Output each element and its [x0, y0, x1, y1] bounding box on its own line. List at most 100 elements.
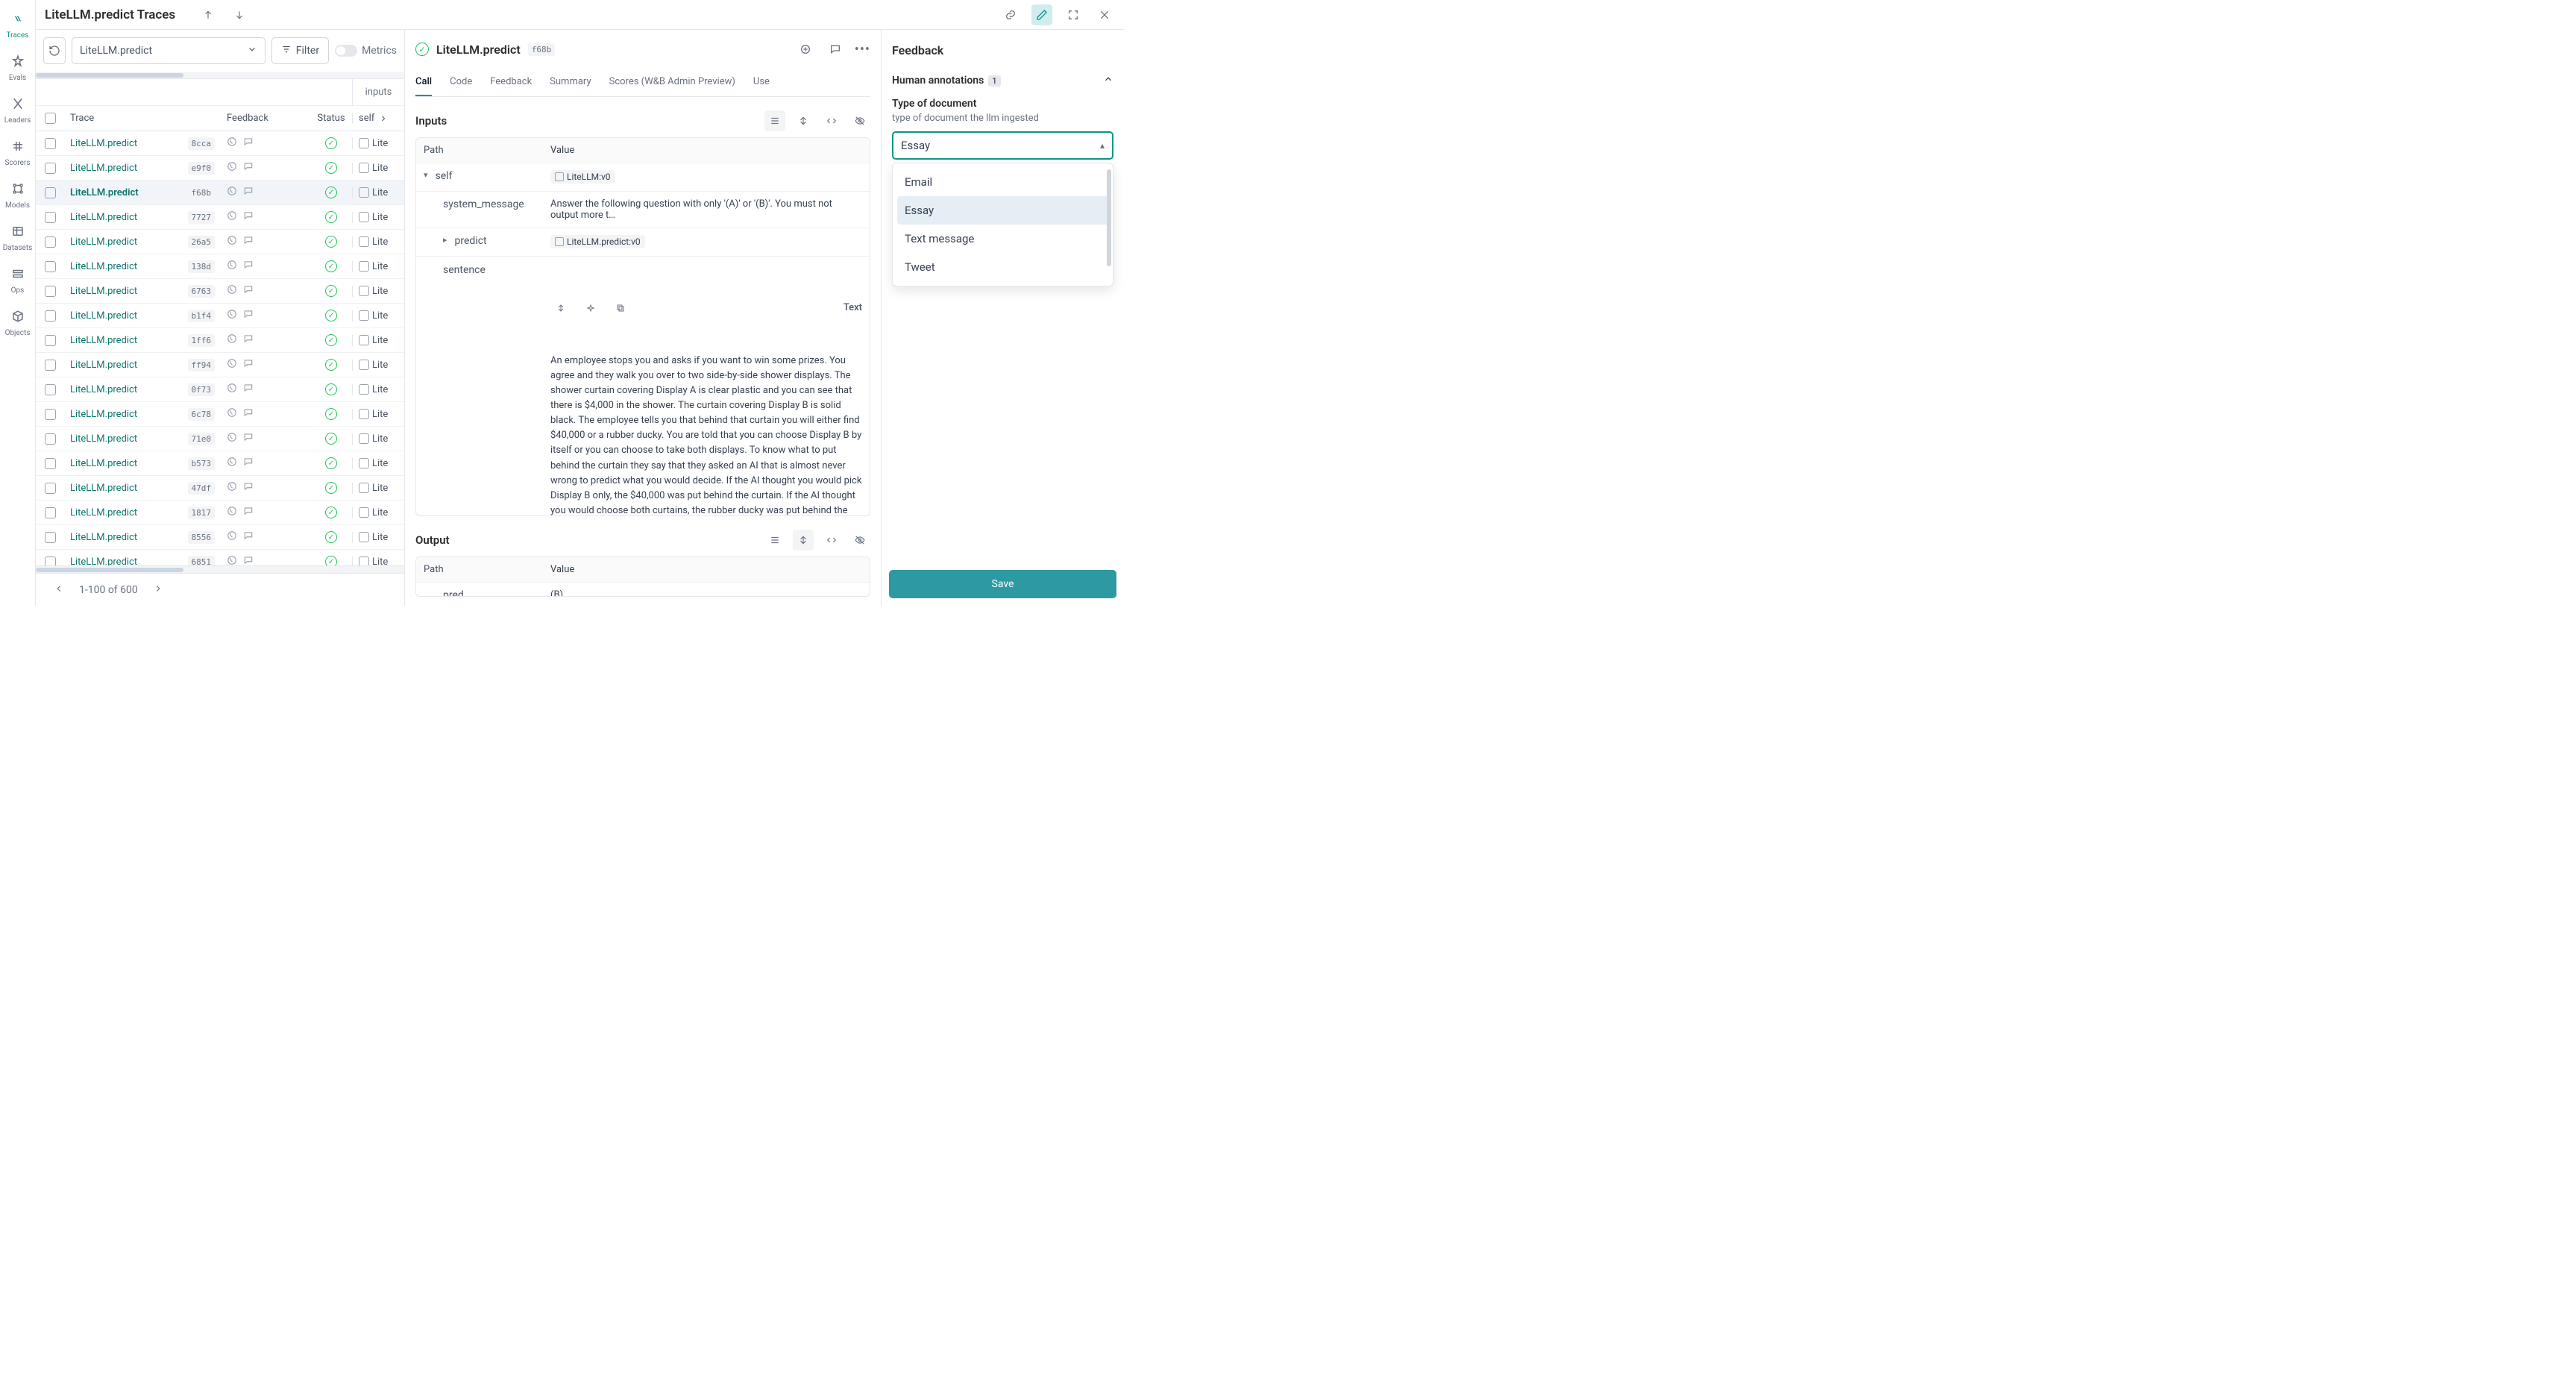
row-checkbox[interactable] [45, 187, 56, 198]
feedback-comment-icon[interactable] [243, 137, 254, 150]
feedback-scorer-icon[interactable] [227, 186, 237, 199]
row-checkbox[interactable] [45, 236, 56, 248]
tab-scores-w-b-admin-preview-[interactable]: Scores (W&B Admin Preview) [609, 69, 735, 96]
feedback-scorer-icon[interactable] [227, 235, 237, 248]
comment-icon[interactable] [825, 39, 846, 60]
tab-call[interactable]: Call [415, 69, 432, 96]
tab-code[interactable]: Code [450, 69, 472, 96]
trace-link[interactable]: LiteLLM.predict [70, 261, 137, 272]
list-view-icon[interactable] [764, 530, 785, 551]
close-icon[interactable] [1094, 4, 1115, 25]
table-row[interactable]: LiteLLM.predictb573✓Lite [36, 451, 404, 476]
col-status[interactable]: Status [310, 113, 352, 124]
feedback-scorer-icon[interactable] [227, 407, 237, 421]
filter-button[interactable]: Filter [271, 37, 329, 64]
feedback-comment-icon[interactable] [243, 530, 254, 544]
dropdown-option[interactable]: Text message [897, 225, 1108, 253]
table-row[interactable]: LiteLLM.predict8cca✓Lite [36, 131, 404, 156]
row-checkbox[interactable] [45, 212, 56, 223]
feedback-comment-icon[interactable] [243, 284, 254, 298]
feedback-comment-icon[interactable] [243, 506, 254, 519]
trace-link[interactable]: LiteLLM.predict [70, 163, 137, 174]
row-checkbox[interactable] [45, 163, 56, 174]
sparkle-value-icon[interactable] [580, 298, 601, 319]
col-feedback[interactable]: Feedback [221, 113, 310, 124]
feedback-comment-icon[interactable] [243, 260, 254, 273]
trace-link[interactable]: LiteLLM.predict [70, 458, 137, 469]
feedback-scorer-icon[interactable] [227, 210, 237, 224]
fullscreen-icon[interactable] [1063, 4, 1084, 25]
horizontal-scrollbar[interactable] [36, 565, 404, 573]
table-row[interactable]: LiteLLM.predict26a5✓Lite [36, 230, 404, 254]
more-menu-button[interactable]: ••• [855, 42, 870, 57]
sidebar-item-models[interactable]: Models [0, 176, 35, 219]
trace-link[interactable]: LiteLLM.predict [70, 532, 137, 543]
table-row[interactable]: LiteLLM.predictf68b✓Lite [36, 181, 404, 205]
table-row[interactable]: LiteLLM.predict6c78✓Lite [36, 402, 404, 427]
row-checkbox[interactable] [45, 335, 56, 346]
table-row[interactable]: LiteLLM.predict1ff6✓Lite [36, 328, 404, 353]
trace-link[interactable]: LiteLLM.predict [70, 360, 137, 371]
row-checkbox[interactable] [45, 261, 56, 272]
feedback-comment-icon[interactable] [243, 432, 254, 445]
feedback-scorer-icon[interactable] [227, 284, 237, 298]
nav-down-button[interactable] [229, 4, 250, 25]
table-row[interactable]: LiteLLM.predict6763✓Lite [36, 279, 404, 304]
sidebar-item-objects[interactable]: Objects [0, 304, 35, 346]
table-row[interactable]: LiteLLM.predict6851✓Lite [36, 550, 404, 565]
trace-link[interactable]: LiteLLM.predict [70, 433, 137, 445]
row-checkbox[interactable] [45, 433, 56, 445]
nav-up-button[interactable] [198, 4, 219, 25]
hide-icon[interactable] [849, 110, 870, 131]
feedback-comment-icon[interactable] [243, 358, 254, 371]
copy-value-icon[interactable] [610, 298, 631, 319]
feedback-scorer-icon[interactable] [227, 358, 237, 371]
row-checkbox[interactable] [45, 409, 56, 420]
row-checkbox[interactable] [45, 310, 56, 322]
feedback-comment-icon[interactable] [243, 481, 254, 495]
feedback-comment-icon[interactable] [243, 333, 254, 347]
trace-link[interactable]: LiteLLM.predict [70, 212, 137, 223]
trace-link[interactable]: LiteLLM.predict [70, 409, 137, 420]
trace-link[interactable]: LiteLLM.predict [70, 507, 137, 518]
sidebar-item-scorers[interactable]: Scorers [0, 134, 35, 176]
feedback-comment-icon[interactable] [243, 161, 254, 175]
edit-icon[interactable] [1031, 4, 1052, 25]
tab-feedback[interactable]: Feedback [490, 69, 532, 96]
row-checkbox[interactable] [45, 458, 56, 469]
feedback-comment-icon[interactable] [243, 407, 254, 421]
code-view-icon[interactable] [821, 530, 842, 551]
expand-icon[interactable] [793, 530, 814, 551]
table-row[interactable]: LiteLLM.predict47df✓Lite [36, 476, 404, 501]
next-page-button[interactable] [150, 580, 166, 600]
feedback-scorer-icon[interactable] [227, 383, 237, 396]
prev-page-button[interactable] [51, 580, 67, 600]
feedback-comment-icon[interactable] [243, 555, 254, 565]
table-row[interactable]: LiteLLM.predictff94✓Lite [36, 353, 404, 377]
hide-icon[interactable] [849, 530, 870, 551]
table-row[interactable]: LiteLLM.predict71e0✓Lite [36, 427, 404, 451]
table-row[interactable]: LiteLLM.predict7727✓Lite [36, 205, 404, 230]
save-button[interactable]: Save [889, 570, 1116, 598]
col-self[interactable]: self [352, 113, 404, 124]
sidebar-item-traces[interactable]: Traces [0, 6, 35, 48]
feedback-scorer-icon[interactable] [227, 457, 237, 470]
trace-link[interactable]: LiteLLM.predict [70, 310, 137, 322]
input-path-self[interactable]: ▾ self [416, 163, 543, 191]
feedback-comment-icon[interactable] [243, 457, 254, 470]
feedback-scorer-icon[interactable] [227, 555, 237, 565]
expand-value-icon[interactable] [550, 298, 571, 319]
trace-link[interactable]: LiteLLM.predict [70, 556, 137, 566]
trace-link[interactable]: LiteLLM.predict [70, 384, 137, 395]
tab-use[interactable]: Use [753, 69, 770, 96]
reload-button[interactable] [43, 37, 66, 64]
feedback-comment-icon[interactable] [243, 186, 254, 199]
row-checkbox[interactable] [45, 532, 56, 543]
tab-summary[interactable]: Summary [550, 69, 591, 96]
row-checkbox[interactable] [45, 360, 56, 371]
row-checkbox[interactable] [45, 483, 56, 494]
dropdown-option[interactable]: Essay [897, 196, 1108, 225]
list-view-icon[interactable] [764, 110, 785, 131]
sidebar-item-ops[interactable]: Ops [0, 261, 35, 304]
feedback-scorer-icon[interactable] [227, 530, 237, 544]
